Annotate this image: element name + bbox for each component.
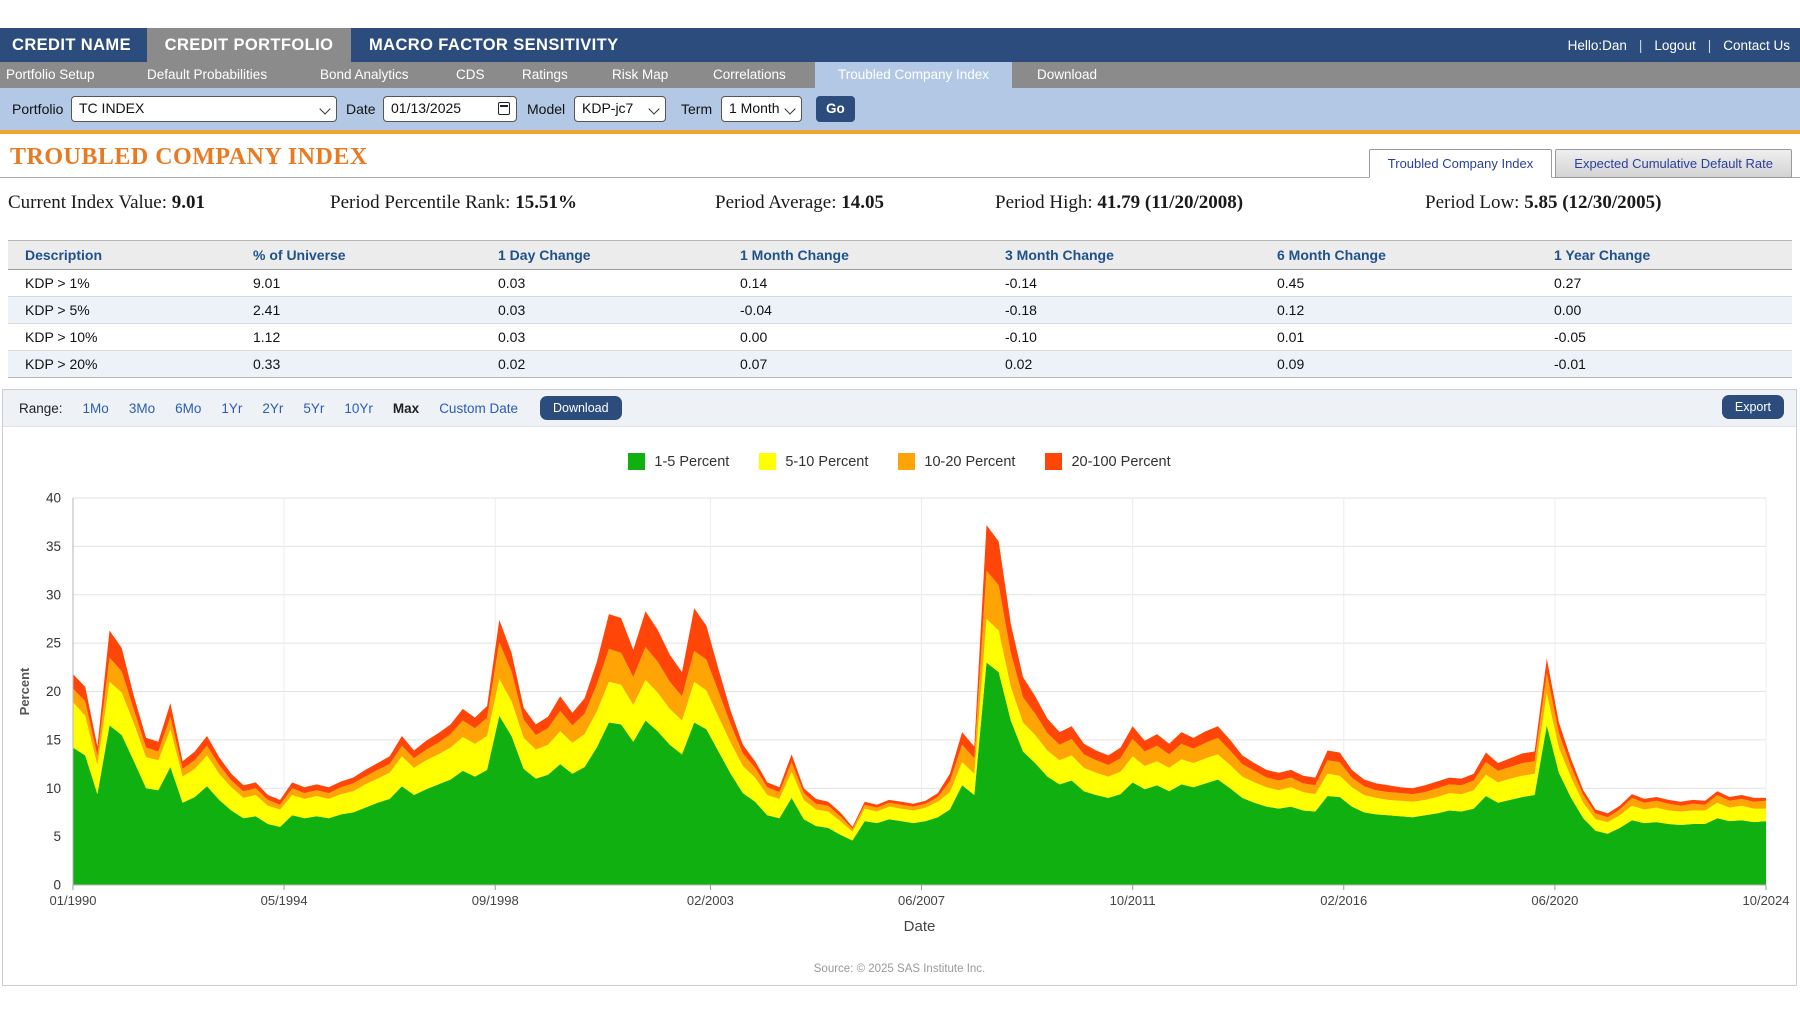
separator: |	[1639, 38, 1643, 53]
range-2yr[interactable]: 2Yr	[262, 401, 283, 416]
range-custom-date[interactable]: Custom Date	[439, 401, 518, 416]
logout-link[interactable]: Logout	[1654, 38, 1695, 53]
nav-portfolio-setup[interactable]: Portfolio Setup	[6, 62, 95, 88]
download-button[interactable]: Download	[540, 396, 622, 420]
svg-text:5: 5	[53, 829, 61, 844]
svg-text:40: 40	[46, 491, 61, 506]
range-label: Range:	[19, 401, 63, 416]
term-select[interactable]: 1 Month	[721, 96, 802, 122]
source-attribution: Source: © 2025 SAS Institute Inc.	[3, 963, 1796, 975]
go-button[interactable]: Go	[816, 96, 855, 122]
col-description: Description	[8, 241, 236, 270]
svg-text:0: 0	[53, 878, 61, 893]
stat-period-percentile-rank: Period Percentile Rank: 15.51%	[330, 192, 577, 214]
nav-cds[interactable]: CDS	[456, 62, 485, 88]
col-1-month-change: 1 Month Change	[723, 241, 988, 270]
nav-risk-map[interactable]: Risk Map	[612, 62, 668, 88]
stat-current-index-value: Current Index Value: 9.01	[8, 192, 205, 214]
svg-text:06/2020: 06/2020	[1531, 893, 1578, 908]
nav-bond-analytics[interactable]: Bond Analytics	[320, 62, 409, 88]
range-1yr[interactable]: 1Yr	[221, 401, 242, 416]
svg-text:02/2016: 02/2016	[1320, 893, 1367, 908]
calendar-icon[interactable]	[498, 102, 510, 115]
y-axis-title: Percent	[17, 667, 32, 715]
table-row: KDP > 20%0.330.020.070.020.09-0.01	[8, 351, 1792, 378]
separator: |	[1708, 38, 1712, 53]
contact-us-link[interactable]: Contact Us	[1723, 38, 1790, 53]
chart-panel: Range: 1Mo 3Mo 6Mo 1Yr 2Yr 5Yr 10Yr Max …	[2, 389, 1797, 986]
portfolio-label: Portfolio	[12, 88, 63, 130]
top-navbar: CREDIT NAME CREDIT PORTFOLIO MACRO FACTO…	[0, 28, 1800, 62]
col-3-month-change: 3 Month Change	[988, 241, 1260, 270]
table-header-row: Description % of Universe 1 Day Change 1…	[8, 241, 1792, 270]
col-1-year-change: 1 Year Change	[1537, 241, 1792, 270]
range-5yr[interactable]: 5Yr	[303, 401, 324, 416]
page-title: TROUBLED COMPANY INDEX	[10, 144, 368, 171]
term-label: Term	[681, 88, 712, 130]
title-row: TROUBLED COMPANY INDEX Troubled Company …	[0, 134, 1800, 178]
tab-credit-name[interactable]: CREDIT NAME	[12, 28, 131, 62]
stat-period-average: Period Average: 14.05	[715, 192, 884, 214]
svg-text:10: 10	[46, 781, 61, 796]
col-pct-of-universe: % of Universe	[236, 241, 481, 270]
svg-text:10/2011: 10/2011	[1110, 893, 1156, 908]
svg-text:05/1994: 05/1994	[261, 893, 308, 908]
tab-credit-portfolio[interactable]: CREDIT PORTFOLIO	[147, 28, 351, 62]
nav-download[interactable]: Download	[1037, 62, 1097, 88]
app-root: CREDIT NAME CREDIT PORTFOLIO MACRO FACTO…	[0, 0, 1800, 1013]
col-6-month-change: 6 Month Change	[1260, 241, 1537, 270]
svg-text:10/2024: 10/2024	[1743, 893, 1790, 908]
svg-text:09/1998: 09/1998	[472, 893, 519, 908]
table-row: KDP > 10%1.120.030.00-0.100.01-0.05	[8, 324, 1792, 351]
view-tabs: Troubled Company Index Expected Cumulati…	[1369, 149, 1792, 178]
svg-text:01/1990: 01/1990	[50, 893, 97, 908]
svg-text:15: 15	[46, 732, 61, 747]
user-greeting: Hello:Dan	[1568, 38, 1627, 53]
tci-stacked-area-chart: 0 5 10 15 20 25 30 35 40 01/1990 05/1994 09/1998 02/…	[3, 427, 1796, 957]
nav-ratings[interactable]: Ratings	[522, 62, 568, 88]
chevron-down-icon	[784, 103, 795, 114]
export-button[interactable]: Export	[1722, 395, 1784, 419]
svg-text:06/2007: 06/2007	[898, 893, 945, 908]
nav-troubled-company-index[interactable]: Troubled Company Index	[815, 62, 1012, 88]
stat-period-low: Period Low: 5.85 (12/30/2005)	[1425, 192, 1661, 214]
model-select[interactable]: KDP-jc7	[574, 96, 666, 122]
tab-expected-cumulative-default-rate[interactable]: Expected Cumulative Default Rate	[1555, 149, 1792, 178]
model-label: Model	[527, 88, 565, 130]
range-3mo[interactable]: 3Mo	[129, 401, 155, 416]
svg-text:30: 30	[46, 587, 61, 602]
svg-text:35: 35	[46, 539, 61, 554]
filter-bar: Portfolio TC INDEX Date 01/13/2025 Model…	[0, 88, 1800, 130]
user-links: Hello:Dan | Logout | Contact Us	[1568, 28, 1790, 62]
x-axis-title: Date	[904, 918, 936, 935]
range-1mo[interactable]: 1Mo	[83, 401, 109, 416]
nav-correlations[interactable]: Correlations	[713, 62, 786, 88]
col-1-day-change: 1 Day Change	[481, 241, 723, 270]
range-10yr[interactable]: 10Yr	[344, 401, 373, 416]
svg-text:20: 20	[46, 684, 61, 699]
date-label: Date	[346, 88, 376, 130]
chevron-down-icon	[648, 103, 659, 114]
range-6mo[interactable]: 6Mo	[175, 401, 201, 416]
tab-troubled-company-index[interactable]: Troubled Company Index	[1369, 149, 1553, 178]
range-bar: Range: 1Mo 3Mo 6Mo 1Yr 2Yr 5Yr 10Yr Max …	[3, 390, 1796, 427]
tab-macro-factor-sensitivity[interactable]: MACRO FACTOR SENSITIVITY	[369, 28, 618, 62]
svg-text:25: 25	[46, 636, 61, 651]
kdp-summary-table: Description % of Universe 1 Day Change 1…	[8, 240, 1792, 378]
table-row: KDP > 1%9.010.030.14-0.140.450.27	[8, 270, 1792, 297]
date-input[interactable]: 01/13/2025	[383, 96, 517, 122]
chart-area: 1-5 Percent 5-10 Percent 10-20 Percent 2…	[3, 427, 1796, 986]
chevron-down-icon	[319, 103, 330, 114]
stats-row: Current Index Value: 9.01 Period Percent…	[0, 178, 1800, 240]
secondary-nav: Portfolio Setup Default Probabilities Bo…	[0, 62, 1800, 88]
range-max-selected[interactable]: Max	[393, 401, 419, 416]
nav-default-probabilities[interactable]: Default Probabilities	[147, 62, 267, 88]
stat-period-high: Period High: 41.79 (11/20/2008)	[995, 192, 1243, 214]
svg-text:02/2003: 02/2003	[687, 893, 734, 908]
portfolio-select[interactable]: TC INDEX	[71, 96, 337, 122]
table-row: KDP > 5%2.410.03-0.04-0.180.120.00	[8, 297, 1792, 324]
